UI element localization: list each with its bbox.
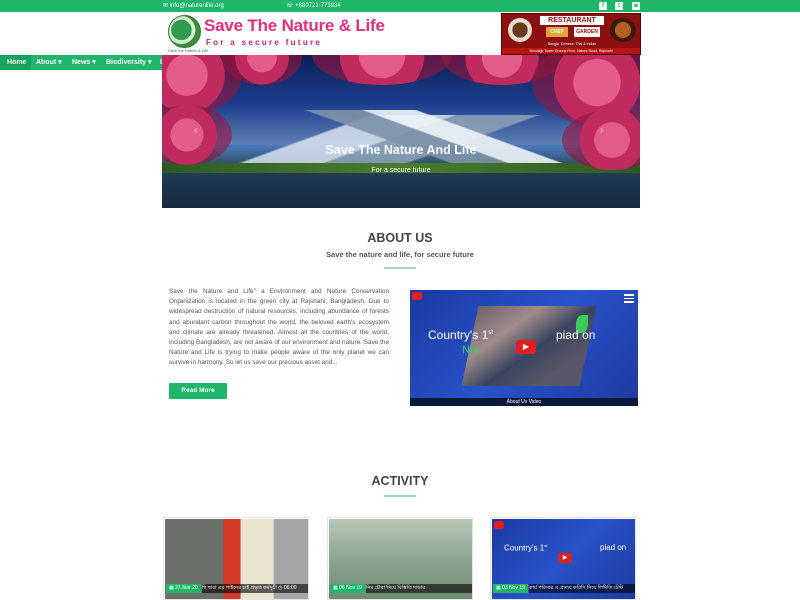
about-title: ABOUT US — [367, 231, 433, 245]
facebook-icon[interactable]: f — [599, 2, 607, 10]
video-headline-end: piad on — [556, 328, 596, 342]
food-image — [508, 18, 532, 42]
chevron-down-icon: ▾ — [58, 59, 62, 66]
video-caption: About Us Video — [410, 398, 638, 406]
play-icon[interactable]: ▶ — [558, 553, 572, 563]
hero-title: Save The Nature And Life — [325, 143, 477, 157]
ad-cuisine: Bangla. Chinese. Thai & Indian — [547, 42, 597, 46]
email-text[interactable]: info@naturenlife.org — [170, 3, 224, 9]
activity-title: ACTIVITY — [371, 474, 429, 488]
about-subtitle: Save the nature and life, for secure fut… — [326, 250, 474, 259]
about-video[interactable]: Country's 1st piad on Nat ▶ About Us Vid… — [410, 290, 638, 406]
section-divider — [384, 495, 416, 497]
ad-title: RESTAURANT — [540, 16, 604, 25]
slider-next-icon[interactable]: › — [600, 125, 603, 136]
logo-caption: Save the Nature & Life — [168, 48, 209, 53]
play-icon[interactable]: ▶ — [516, 340, 536, 354]
video-headline: Country's 1st — [428, 328, 493, 342]
ad-chef: CHEF — [546, 27, 568, 37]
food-image — [610, 18, 636, 42]
section-divider — [384, 267, 416, 269]
activity-caption: নিম চৌরা সিয়ে বিস্তিতি দাড়ার — [366, 584, 472, 593]
nav-label: Home — [7, 59, 27, 66]
instagram-icon[interactable]: ◙ — [632, 2, 640, 10]
phone-contact[interactable]: ☏ +880721-773934 — [286, 1, 341, 11]
activity-card[interactable]: ▦ 06 Nov 19 নিম চৌরা সিয়ে বিস্তিতি দাড়… — [327, 517, 473, 600]
restaurant-ad-banner[interactable]: RESTAURANT CHEF GARDEN Bangla. Chinese. … — [501, 13, 641, 55]
video-headline-end: piad on — [600, 543, 627, 552]
nav-item-news[interactable]: News ▾ — [72, 55, 96, 70]
about-body: Save the Nature and Life" a Environment … — [169, 288, 389, 367]
chevron-down-icon: ▾ — [92, 59, 96, 66]
hero-subtitle: For a secure future — [371, 167, 431, 174]
ad-garden: GARDEN — [574, 27, 600, 37]
activity-card[interactable]: Country's 1st piad on ▶ ▦ 03 Nov 19 কার্… — [490, 517, 636, 600]
nav-item-home[interactable]: Home — [0, 55, 32, 70]
activity-date: ▦ 06 Nov 19 — [330, 584, 365, 593]
activity-caption: কার্য পরিসার এ প্রত্যয় করিসি নিয়ে লিমি… — [529, 584, 635, 593]
hero-lake — [162, 173, 640, 208]
video-headline: Country's 1st — [504, 543, 548, 553]
site-tagline: For a secure future — [206, 38, 323, 47]
nav-item-biodiversity[interactable]: Biodiversity ▾ — [106, 55, 152, 70]
ad-address: Borodigir Tower Ground Floor, Natore Roa… — [502, 48, 640, 54]
hero-slider[interactable]: ‹ › Save The Nature And Life For a secur… — [162, 55, 640, 208]
activity-date: ▦ 21 Mar 20 — [166, 584, 201, 593]
activity-caption: ছি দ্বারা এর পাইনের চাই প্রভৃত কর্মসূচী … — [202, 584, 308, 593]
menu-icon[interactable] — [624, 292, 634, 303]
nav-label: Biodiversity — [106, 59, 147, 66]
nav-item-about[interactable]: About ▾ — [36, 55, 62, 70]
phone-text[interactable]: +880721-773934 — [295, 3, 341, 9]
top-bar: ✉ info@naturenlife.org ☏ +880721-773934 … — [0, 0, 800, 12]
activity-date: ▦ 03 Nov 19 — [493, 584, 528, 593]
youtube-icon — [494, 521, 504, 529]
video-headline-line3: Nat — [462, 344, 480, 356]
youtube-icon — [412, 292, 422, 300]
site-title[interactable]: Save The Nature & Life — [204, 16, 385, 36]
read-more-button[interactable]: Read More — [169, 383, 227, 399]
twitter-icon[interactable]: t — [615, 2, 623, 10]
nav-label: About — [36, 59, 57, 66]
activity-card[interactable]: ▦ 21 Mar 20 ছি দ্বারা এর পাইনের চাই প্রভ… — [163, 517, 309, 600]
slider-prev-icon[interactable]: ‹ — [194, 125, 197, 136]
chevron-down-icon: ▾ — [148, 59, 152, 66]
email-contact[interactable]: ✉ info@naturenlife.org — [163, 1, 224, 11]
logo-icon[interactable] — [168, 15, 201, 48]
main-nav: Home About ▾ News ▾ Biodiversity ▾ E — [0, 55, 165, 70]
nav-label: News — [72, 59, 91, 66]
